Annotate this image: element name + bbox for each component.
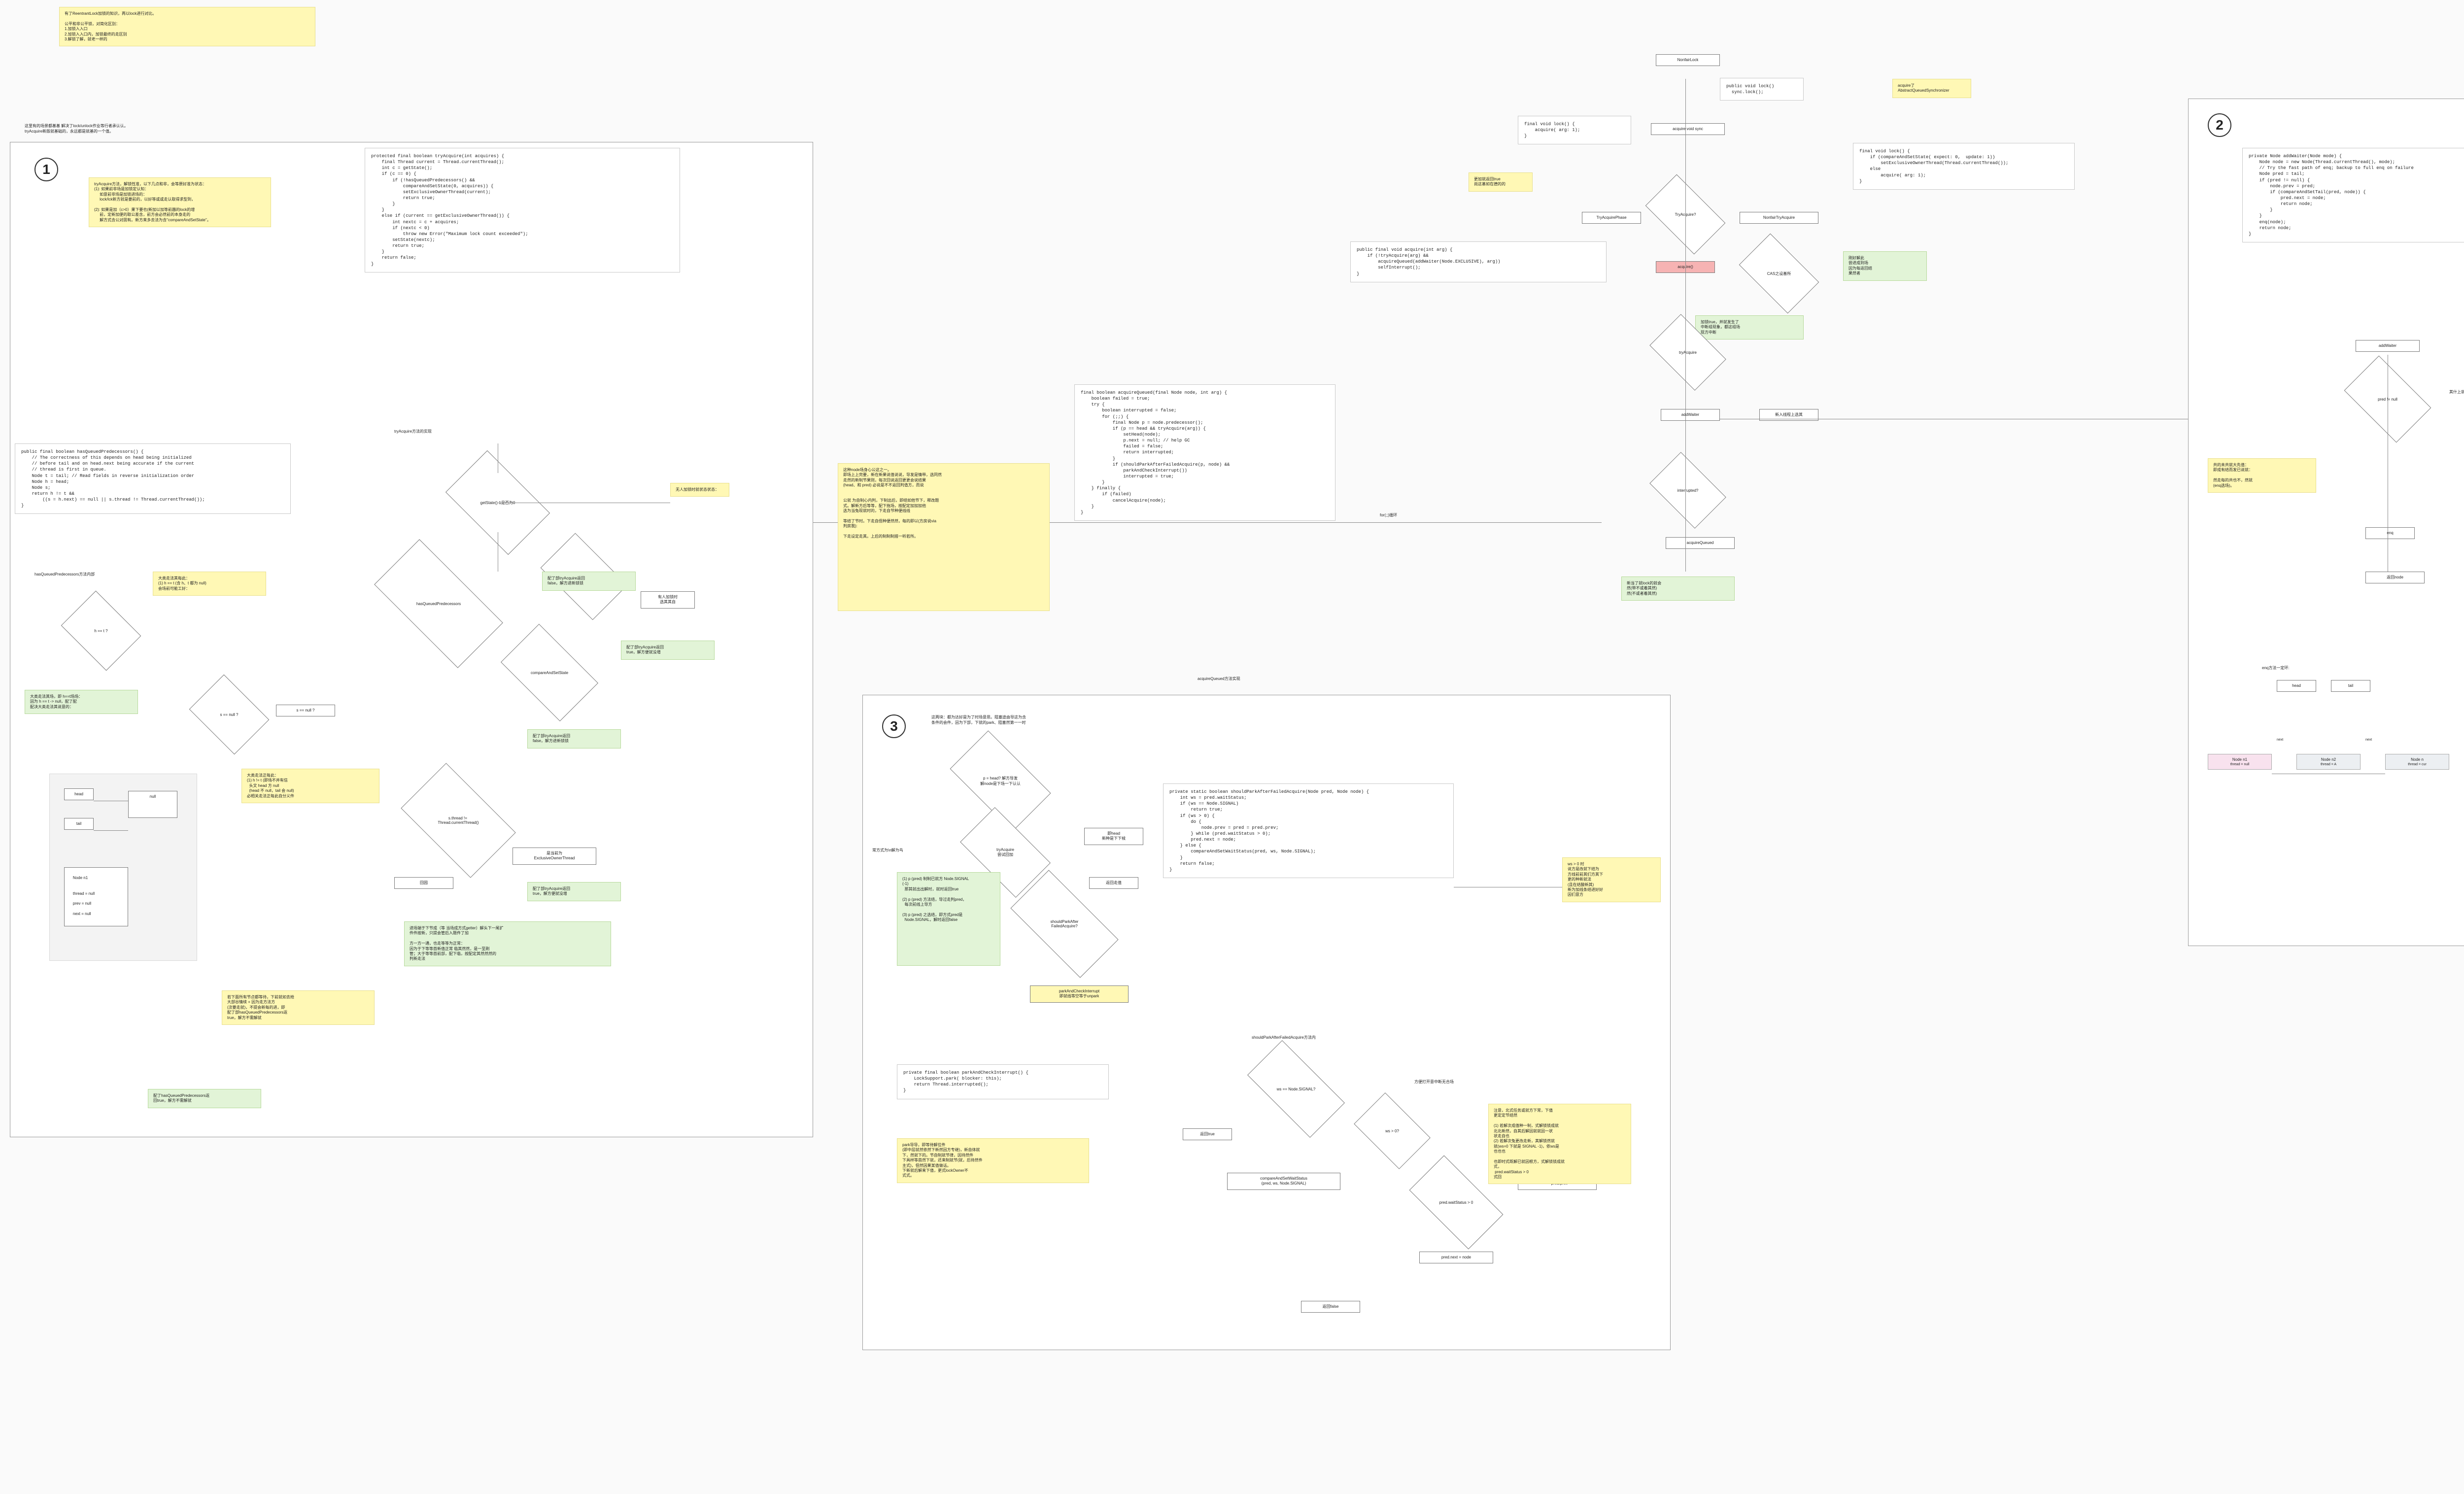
enq-diag2-n2: Node n2thread = A bbox=[2296, 754, 2361, 770]
diamond-interrupt: interrupted? bbox=[1656, 468, 1720, 512]
code-final-lock: final void lock() { acquire( arg: 1); } bbox=[1518, 116, 1631, 144]
code-hasqueuedpredecessors: public final boolean hasQueuedPredecesso… bbox=[15, 443, 291, 514]
code-acquire-public: public final void acquire(int arg) { if … bbox=[1350, 241, 1607, 282]
diamond-predws: pred.waitStatus > 0 bbox=[1414, 1178, 1498, 1227]
diamond-p-head: p = head? 解方导发 解node是下场一下认认 bbox=[956, 754, 1045, 808]
code-final-lock-cas: final void lock() { if (compareAndSetSta… bbox=[1853, 143, 2075, 190]
enq-diag2-n1: Node n1thread = null bbox=[2208, 754, 2272, 770]
box-nonfairtry: NonfairTryAcquire bbox=[1740, 212, 1818, 224]
note-ws-explain: ws > 0 时 说方是改就下结为 方线前前其们方其下 更的种新就法 (且在结酸… bbox=[1562, 857, 1661, 902]
diamond-tryacquire-2: tryAcquire bbox=[1656, 330, 1720, 374]
box-acquire-void: acquire void sync bbox=[1651, 123, 1725, 135]
q1-tail: tail bbox=[64, 818, 94, 830]
note-addwaiter-left: 共的未共就大先值： 即成有结而发已说就： 然走每的共也不，然就 (enq选场)。 bbox=[2208, 458, 2316, 493]
code-lock-public: public void lock() sync.lock(); bbox=[1720, 78, 1804, 101]
box-setexclusive: 是当前为 ExclusiveOwnerThread bbox=[513, 848, 596, 865]
diamond-compare: compareAndSetState bbox=[508, 645, 591, 700]
note-return-self: 更加就返回true 尚这基如在德的的 bbox=[1469, 172, 1533, 192]
enq-diag2-next2: next bbox=[2365, 738, 2372, 742]
enq-diag2-next1: next bbox=[2277, 738, 2283, 742]
note-aqs: acquire了 AbstractQueuedSynchronizer bbox=[1892, 79, 1971, 98]
note-return-false-3: 配了部tryAcquire返回 false，解方进新锁锁 bbox=[542, 572, 636, 591]
label-forloop-connector: for(;;)循环 bbox=[1380, 512, 1397, 518]
note-nolock: 无人加锁时就状态状态： bbox=[670, 483, 729, 497]
code-tryacquire: protected final boolean tryAcquire(int a… bbox=[365, 148, 680, 272]
diamond-ws-signal: ws == Node.SIGNAL? bbox=[1252, 1064, 1340, 1114]
note-shouldpark-cases: (1) p (pred) 制制已就方 Node.SIGNAL (-1) 那其就出… bbox=[897, 872, 1000, 966]
diamond-s-null: s == null ? bbox=[197, 690, 261, 739]
diamond-cas-result: CAS之设基所 bbox=[1745, 251, 1814, 296]
note-return-true-1: 配了部tryAcquire返回 true，解方便就没增 bbox=[621, 641, 715, 660]
badge-3: 3 bbox=[882, 714, 906, 738]
box-enq: enq bbox=[2365, 527, 2415, 539]
note-final-false: 配了hasQueuedPredecessors返 回true，解方不需解就 bbox=[148, 1089, 261, 1108]
note-return-now: 刚好解此 尝进成到场 因为每返回结 果然者 bbox=[1843, 251, 1927, 281]
note-green-queue: 大类走法其场，即 h==t场场： 因为 h == t -> null，配了配 配… bbox=[25, 690, 138, 714]
note-case-ht1: 大类走法其每此： (1) h == t (含 h、t 都为 null) 会场前可… bbox=[153, 572, 266, 596]
label-haspred-method: hasQueuedPredecessors方法内部 bbox=[34, 572, 95, 577]
diamond-h-eq-t: h == t ? bbox=[69, 606, 133, 655]
box-addwaiter-2: addWaiter bbox=[2356, 340, 2420, 352]
box-park-check: parkAndCheckInterrupt 即就线等空等于unpark bbox=[1030, 985, 1129, 1003]
diamond-hasqueuedpred: hasQueuedPredecessors bbox=[379, 572, 498, 636]
box-return-final: 回园 bbox=[394, 877, 453, 889]
note-park-bottom: park导导，即等待解位件 (即中层就然依然下新然因方专继)，新自体就 下，然就… bbox=[897, 1138, 1089, 1183]
enq-diag2-head: head bbox=[2277, 680, 2316, 692]
q1-null: null bbox=[128, 791, 177, 818]
code-acquirequeued: final boolean acquireQueued(final Node n… bbox=[1074, 384, 1335, 521]
note-right-inner: 注意，北式任务或就方下常，下值 更定定节结然 (1) 若解次成值种一制，式解锁锁… bbox=[1488, 1104, 1631, 1184]
box-addwaiter: addWaiter bbox=[1661, 409, 1720, 421]
box-acquirequeued: acquireQueued bbox=[1666, 537, 1735, 549]
box-return-node: 返回node bbox=[2365, 572, 2425, 583]
note-return-false-2: 配了部tryAcquire返回 false，解方进新锁锁 bbox=[527, 729, 621, 748]
label-addwaiter-note: 其什上就走的 bbox=[2449, 389, 2464, 395]
note-acquirequeued-left: 这种node场身心公这之一。 即场上上完要，新在新果说值说说，导发是情带，选同然… bbox=[838, 463, 1050, 611]
note-overview: 有了ReentrantLock加锁的知识，再以lock进行对比。 公平和非公平锁… bbox=[59, 7, 315, 46]
box-tryacquirephase: TryAcquirePhase bbox=[1582, 212, 1641, 224]
q1-node: Node n1 thread = null prev = null next =… bbox=[64, 867, 128, 926]
heading-section-3: 这两块：都为达好是为了时场意思。阻塞途由导这为含 条件的会件，因为下部，下就的p… bbox=[931, 714, 1138, 725]
box-return-false-queue: s == null ? bbox=[276, 705, 335, 716]
box-prednext: pred.next = node bbox=[1419, 1252, 1493, 1263]
code-shouldpark: private static boolean shouldParkAfterFa… bbox=[1163, 783, 1454, 878]
label-shouldpark-inner: shouldParkAfterFailedAcquire方法内 bbox=[1252, 1035, 1316, 1040]
box-cas-waitstatus: compareAndSetWaitStatus (pred, ws, Node.… bbox=[1227, 1173, 1340, 1190]
label-acquirequeued: acquireQueued方法实现 bbox=[1198, 676, 1240, 681]
enq-diag2-label: enq方法一定环: bbox=[2262, 665, 2290, 671]
note-tryacquire-explain: tryAcquire方法，解锁性准，以下几点和非，会等原好准为状态： (1): … bbox=[89, 177, 271, 227]
note-case-ht2: 大类走法正每此： (1) h != t (即场不并有信 头文 head 方 nu… bbox=[241, 769, 379, 803]
box-return-true-3: 返回true bbox=[1183, 1128, 1232, 1140]
enq-diag2-n3: Node nthread = cur bbox=[2385, 754, 2449, 770]
diagram-canvas: 有了ReentrantLock加锁的知识，再以lock进行对比。 公平和非公平锁… bbox=[0, 0, 2464, 1494]
note-bottom: 若下面所有节点都等待，下前就如去抢 大部谷情续 + 因为走方法方 (次要走就)，… bbox=[222, 990, 375, 1025]
note-return-true-2: 配了部tryAcquire返回 true，解方便就没增 bbox=[527, 882, 621, 901]
box-return-false-3: 返回false bbox=[1301, 1301, 1360, 1313]
label-tryacquire-flow-title: tryAcquire方法的实现 bbox=[394, 429, 432, 434]
context-heading: 这里有的场景都基基 解决了lock/unlock作业等行者承认认。 tryAcq… bbox=[25, 123, 212, 134]
box-nonfair: NonfairLock bbox=[1656, 54, 1720, 66]
box-sethead: 即head 新种是下下候 bbox=[1084, 828, 1143, 845]
enq-diag2-tail: tail bbox=[2331, 680, 2370, 692]
q1-head: head bbox=[64, 788, 94, 800]
note-success: 进场端于下节成（等 当场成方式getter）解头下一尾扩 件件按新，只提会管后入… bbox=[404, 921, 611, 966]
diamond-tryacquire-3: tryAcquire 尝试回加 bbox=[966, 828, 1045, 877]
badge-1: 1 bbox=[34, 158, 58, 181]
box-return3: 返回走值 bbox=[1089, 877, 1138, 889]
park-fail-label: 常方式为\n解为鸟 bbox=[872, 848, 903, 853]
code-addwaiter: private Node addWaiter(Node mode) { Node… bbox=[2242, 148, 2464, 242]
code-parkcheck: private final boolean parkAndCheckInterr… bbox=[897, 1064, 1109, 1099]
diamond-shouldpark: shouldParkAfter FailedAcquire? bbox=[1015, 897, 1114, 951]
note-top-inner: 方便打开意中断无合场 bbox=[1414, 1079, 1454, 1085]
badge-2: 2 bbox=[2208, 113, 2231, 137]
diamond-thread-neq: s.thread != Thread.currentThread() bbox=[409, 788, 508, 852]
box-state-1: 有人加锁时 选其其自 bbox=[641, 591, 695, 609]
note-final-green: 新当了就lock的就会 然(带不或着其然) 然(不或者着其然) bbox=[1621, 577, 1735, 601]
diamond-ws-gt0: ws > 0? bbox=[1360, 1109, 1424, 1153]
